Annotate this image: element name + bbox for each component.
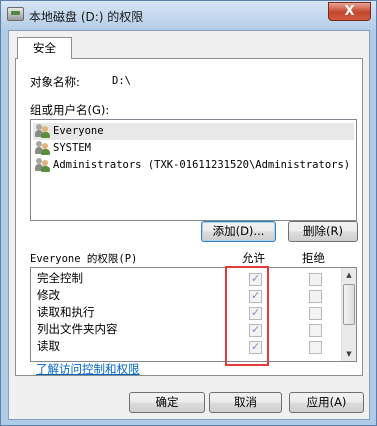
drive-icon <box>7 7 24 21</box>
permissions-list: 完全控制 修改 读取和执行 列出文件夹内容 <box>30 267 357 362</box>
dialog-body: 安全 对象名称: D:\ 组或用户名(G): Everyone SYSTEM A… <box>8 30 370 420</box>
scroll-down-arrow-icon[interactable]: ▼ <box>342 347 356 361</box>
permission-name: 读取 <box>37 339 60 353</box>
deny-checkbox[interactable] <box>309 341 322 354</box>
permission-name: 读取和执行 <box>37 305 95 319</box>
list-item[interactable]: Everyone <box>33 123 354 140</box>
ok-button[interactable]: 确定 <box>129 392 205 413</box>
groups-label: 组或用户名(G): <box>30 103 110 117</box>
allow-header: 允许 <box>242 251 265 265</box>
permission-name: 修改 <box>37 288 60 302</box>
deny-checkbox[interactable] <box>309 324 322 337</box>
deny-header: 拒绝 <box>302 251 325 265</box>
list-item[interactable]: SYSTEM <box>33 140 354 157</box>
deny-checkbox[interactable] <box>309 307 322 320</box>
window-title: 本地磁盘 (D:) 的权限 <box>29 10 144 24</box>
learn-access-control-link[interactable]: 了解访问控制和权限 <box>36 361 140 377</box>
allow-checkbox[interactable] <box>249 289 262 303</box>
allow-checkbox[interactable] <box>249 306 262 320</box>
permission-row: 完全控制 <box>37 270 337 287</box>
permission-name: 列出文件夹内容 <box>37 322 118 336</box>
permissions-scrollbar[interactable]: ▲ ▼ <box>341 268 356 361</box>
object-name-value: D:\ <box>112 75 131 87</box>
apply-button[interactable]: 应用(A) <box>289 392 364 413</box>
deny-checkbox[interactable] <box>309 273 322 286</box>
scroll-up-arrow-icon[interactable]: ▲ <box>342 268 356 282</box>
object-name-label: 对象名称: <box>30 75 80 89</box>
permission-name: 完全控制 <box>37 271 83 285</box>
tab-security[interactable]: 安全 <box>17 37 72 59</box>
remove-button[interactable]: 删除(R) <box>288 221 358 242</box>
list-item[interactable]: Administrators (TXK-01611231520\Administ… <box>33 157 354 174</box>
permission-row: 修改 <box>37 287 337 304</box>
user-group-icon <box>35 141 51 155</box>
permission-row: 读取 <box>37 338 337 355</box>
cancel-button[interactable]: 取消 <box>209 392 282 413</box>
allow-checkbox[interactable] <box>249 272 262 286</box>
permissions-dialog: 本地磁盘 (D:) 的权限 X 安全 对象名称: D:\ 组或用户名(G): E… <box>0 0 377 426</box>
add-button[interactable]: 添加(D)... <box>201 221 276 242</box>
list-item-label: SYSTEM <box>53 142 91 154</box>
list-item-label: Administrators (TXK-01611231520\Administ… <box>53 159 351 171</box>
deny-checkbox[interactable] <box>309 290 322 303</box>
title-bar[interactable]: 本地磁盘 (D:) 的权限 X <box>1 1 376 29</box>
scrollbar-thumb[interactable] <box>343 284 355 325</box>
permission-row: 读取和执行 <box>37 304 337 321</box>
groups-listbox[interactable]: Everyone SYSTEM Administrators (TXK-0161… <box>30 119 357 221</box>
list-item-label: Everyone <box>53 125 104 137</box>
permission-row: 列出文件夹内容 <box>37 321 337 338</box>
allow-checkbox[interactable] <box>249 340 262 354</box>
close-button[interactable]: X <box>328 2 371 21</box>
user-group-icon <box>35 158 51 172</box>
allow-checkbox[interactable] <box>249 323 262 337</box>
permissions-label: Everyone 的权限(P) <box>30 253 138 265</box>
security-panel: 对象名称: D:\ 组或用户名(G): Everyone SYSTEM Admi… <box>15 58 363 376</box>
user-group-icon <box>35 124 51 138</box>
